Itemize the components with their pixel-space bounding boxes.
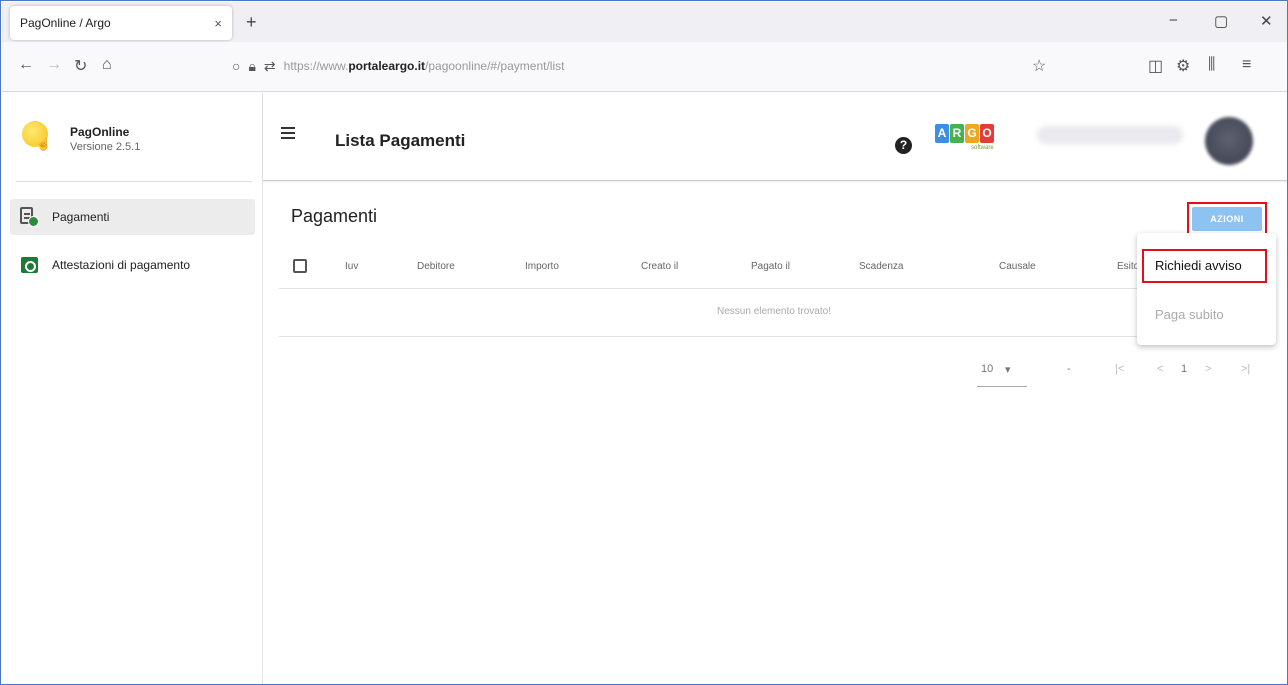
column-header-debitore[interactable]: Debitore	[417, 261, 455, 272]
select-all-checkbox[interactable]	[293, 259, 307, 273]
chevron-down-icon[interactable]: ▾	[1005, 363, 1011, 376]
column-header-scadenza[interactable]: Scadenza	[859, 261, 903, 272]
argo-logo-letter: O	[980, 124, 994, 143]
section-title: Pagamenti	[291, 206, 378, 226]
column-header-esito[interactable]: Esito	[1117, 261, 1139, 272]
app-sidebar: ☝ PagOnline Versione 2.5.1 Pagamenti Att…	[2, 93, 263, 684]
help-icon[interactable]: ?	[895, 137, 912, 154]
sidebar-item-pagamenti[interactable]: Pagamenti	[10, 199, 255, 235]
new-tab-icon[interactable]: +	[246, 12, 257, 33]
reload-icon[interactable]: ↻	[74, 56, 87, 76]
column-header-causale[interactable]: Causale	[999, 261, 1036, 272]
url-prefix: https://www.	[283, 59, 349, 73]
bookmark-star-icon[interactable]: ☆	[1032, 56, 1046, 76]
extensions-icon[interactable]: ⚙	[1176, 56, 1190, 76]
brand: ☝ PagOnline Versione 2.5.1	[2, 93, 263, 181]
lock-icon: 🔒︎	[248, 57, 256, 74]
prev-page-icon[interactable]: <	[1157, 363, 1163, 375]
forward-icon[interactable]: →	[46, 56, 62, 74]
close-tab-icon[interactable]: ×	[214, 16, 222, 31]
page-size-underline	[977, 386, 1027, 387]
sidebar-item-label: Attestazioni di pagamento	[52, 258, 191, 272]
browser-tab-strip: PagOnline / Argo × + − ▢ ✕	[2, 2, 1287, 42]
sidebar-item-attestazioni[interactable]: Attestazioni di pagamento	[10, 247, 255, 283]
page-range: -	[1067, 363, 1071, 375]
current-page: 1	[1181, 363, 1188, 375]
app-header: Lista Pagamenti ? A R G O software	[263, 93, 1287, 181]
sidebar-item-label: Pagamenti	[52, 210, 110, 224]
library-icon[interactable]: ⫼	[1208, 56, 1215, 74]
menu-item-richiedi-avviso[interactable]: Richiedi avviso	[1142, 249, 1267, 283]
menu-item-paga-subito[interactable]: Paga subito	[1137, 295, 1276, 335]
app-name: PagOnline	[70, 125, 130, 139]
payments-doc-icon	[18, 206, 40, 228]
page-title: Lista Pagamenti	[335, 131, 466, 150]
close-window-icon[interactable]: ✕	[1260, 12, 1273, 30]
back-icon[interactable]: ←	[18, 56, 34, 74]
minimize-icon[interactable]: −	[1169, 12, 1178, 29]
argo-logo-letter: G	[965, 124, 979, 143]
argo-logo-letter: R	[950, 124, 964, 143]
column-header-creato[interactable]: Creato il	[641, 261, 678, 272]
table-header: Iuv Debitore Importo Creato il Pagato il…	[279, 247, 1269, 289]
last-page-icon[interactable]: >|	[1241, 363, 1250, 375]
app-version: Versione 2.5.1	[70, 141, 141, 153]
hamburger-menu-icon[interactable]	[281, 127, 295, 129]
actions-menu: Richiedi avviso Paga subito	[1137, 233, 1276, 345]
pocket-icon[interactable]: ◫	[1148, 56, 1163, 76]
browser-window: PagOnline / Argo × + − ▢ ✕ ← → ↻ ⌂ ○ 🔒︎ …	[0, 0, 1288, 685]
shield-icon: ○	[232, 58, 241, 74]
hand-cursor-icon: ☝	[36, 137, 51, 151]
home-icon[interactable]: ⌂	[102, 56, 112, 74]
next-page-icon[interactable]: >	[1205, 363, 1211, 375]
user-name-blurred	[1037, 126, 1183, 144]
argo-logo-subtitle: software	[971, 145, 994, 151]
receipt-cash-icon	[18, 254, 40, 276]
argo-logo: A R G O	[935, 124, 995, 143]
empty-table-message: Nessun elemento trovato!	[279, 289, 1269, 337]
sidebar-divider	[16, 181, 252, 182]
url-bar[interactable]: ○ 🔒︎ ⇄ https://www. portaleargo.it /pago…	[232, 50, 1062, 82]
url-host: portaleargo.it	[348, 59, 426, 73]
browser-nav-bar: ← → ↻ ⌂ ○ 🔒︎ ⇄ https://www. portaleargo.…	[2, 42, 1287, 92]
first-page-icon[interactable]: |<	[1115, 363, 1124, 375]
column-header-importo[interactable]: Importo	[525, 261, 559, 272]
browser-menu-icon[interactable]: ≡	[1242, 56, 1251, 74]
browser-tab[interactable]: PagOnline / Argo ×	[10, 6, 232, 40]
actions-button[interactable]: AZIONI	[1192, 207, 1262, 231]
column-header-iuv[interactable]: Iuv	[345, 261, 358, 272]
highlight-box-actions: AZIONI	[1187, 202, 1267, 236]
avatar[interactable]	[1205, 117, 1253, 165]
maximize-icon[interactable]: ▢	[1214, 12, 1228, 30]
page-size-select[interactable]: 10	[981, 363, 993, 375]
column-header-pagato[interactable]: Pagato il	[751, 261, 790, 272]
browser-tab-title: PagOnline / Argo	[20, 16, 111, 30]
url-path: /pagoonline/#/payment/list	[425, 59, 565, 73]
argo-logo-letter: A	[935, 124, 949, 143]
permissions-icon: ⇄	[263, 57, 276, 74]
